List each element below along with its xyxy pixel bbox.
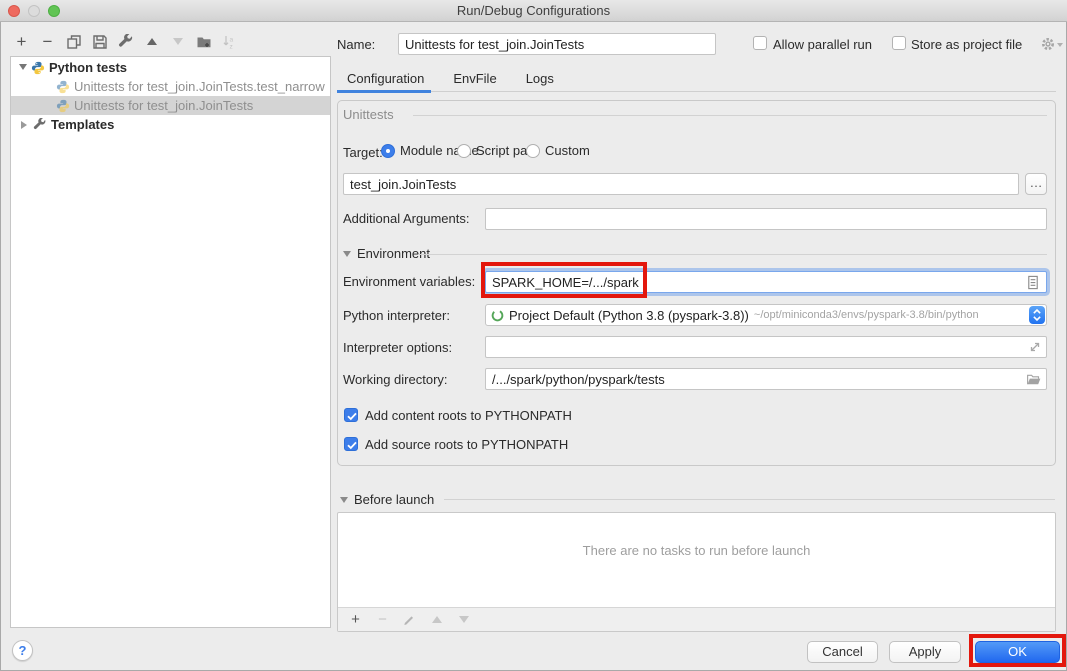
svg-text:a: a — [229, 36, 233, 43]
working-directory-label: Working directory: — [343, 372, 448, 387]
python-icon — [56, 80, 70, 94]
remove-icon: − — [374, 611, 391, 628]
tree-item-templates[interactable]: Templates — [11, 115, 330, 134]
name-input[interactable] — [398, 33, 716, 55]
add-content-roots-label: Add content roots to PYTHONPATH — [365, 408, 572, 423]
move-down-icon — [169, 33, 186, 50]
add-source-roots-label: Add source roots to PYTHONPATH — [365, 437, 568, 452]
python-interpreter-select[interactable]: Project Default (Python 3.8 (pyspark-3.8… — [485, 304, 1047, 326]
chevron-down-icon[interactable] — [19, 64, 27, 74]
interpreter-name: Project Default (Python 3.8 (pyspark-3.8… — [509, 308, 749, 323]
add-source-roots-checkbox[interactable] — [344, 437, 358, 451]
tree-item-label: Python tests — [49, 60, 127, 75]
before-launch-toolbar: + − — [338, 607, 1055, 631]
before-launch-header[interactable]: Before launch — [340, 492, 1056, 507]
sort-alphabetically-icon: az — [221, 33, 238, 50]
expand-field-icon[interactable] — [1028, 340, 1042, 357]
store-as-project-file-label: Store as project file — [911, 37, 1022, 52]
svg-text:z: z — [229, 43, 232, 50]
move-down-icon — [455, 611, 472, 628]
active-tab-underline — [337, 90, 431, 93]
environment-variables-input[interactable] — [485, 271, 1047, 293]
radio-label: Custom — [545, 143, 590, 158]
run-debug-configurations-dialog: Run/Debug Configurations + − az Pytho — [0, 0, 1067, 671]
new-folder-icon[interactable] — [195, 33, 212, 50]
radio-button-icon[interactable] — [457, 144, 471, 158]
combo-stepper-icon[interactable] — [1029, 306, 1045, 324]
tab-configuration[interactable]: Configuration — [347, 71, 424, 86]
apply-button[interactable]: Apply — [889, 641, 961, 663]
python-icon — [56, 99, 70, 113]
add-content-roots-checkbox[interactable] — [344, 408, 358, 422]
before-launch-tasks-panel: There are no tasks to run before launch … — [337, 512, 1056, 632]
allow-parallel-run-label: Allow parallel run — [773, 37, 872, 52]
name-label: Name: — [337, 37, 375, 52]
allow-parallel-run-checkbox[interactable] — [753, 36, 767, 50]
save-icon[interactable] — [91, 33, 108, 50]
tree-item-python-tests[interactable]: Python tests — [11, 58, 330, 77]
store-as-project-file-checkbox[interactable] — [892, 36, 906, 50]
radio-custom[interactable]: Custom — [526, 143, 590, 158]
interpreter-env-icon — [490, 308, 505, 323]
window-title: Run/Debug Configurations — [0, 3, 1067, 18]
tree-item-label: Unittests for test_join.JoinTests.test_n… — [74, 79, 325, 94]
move-up-icon[interactable] — [143, 33, 160, 50]
target-label: Target: — [343, 145, 383, 160]
cancel-button[interactable]: Cancel — [807, 641, 878, 663]
remove-icon[interactable]: − — [39, 33, 56, 50]
configurations-tree: Python tests Unittests for test_join.Joi… — [10, 56, 331, 628]
radio-button-icon[interactable] — [526, 144, 540, 158]
before-launch-title: Before launch — [354, 492, 434, 507]
python-interpreter-label: Python interpreter: — [343, 308, 450, 323]
wrench-icon — [33, 118, 47, 132]
unittests-group: Unittests Target: Module name Script pat… — [337, 100, 1056, 466]
tree-item-unittests-jointests-selected[interactable]: Unittests for test_join.JoinTests — [11, 96, 330, 115]
browse-button[interactable]: … — [1025, 173, 1047, 195]
interpreter-options-label: Interpreter options: — [343, 340, 452, 355]
add-icon[interactable]: + — [347, 611, 364, 628]
help-button[interactable]: ? — [12, 640, 33, 661]
move-up-icon — [428, 611, 445, 628]
chevron-right-icon[interactable] — [21, 121, 31, 129]
env-vars-editor-icon[interactable] — [1026, 275, 1040, 293]
python-icon — [31, 61, 45, 75]
add-icon[interactable]: + — [13, 33, 30, 50]
environment-section-header[interactable]: Environment — [343, 246, 430, 261]
configurations-toolbar: + − az — [13, 33, 238, 50]
tab-logs[interactable]: Logs — [526, 71, 554, 86]
tree-item-label: Unittests for test_join.JoinTests — [74, 98, 253, 113]
edit-templates-wrench-icon[interactable] — [117, 33, 134, 50]
titlebar: Run/Debug Configurations — [0, 0, 1067, 22]
store-options-gear-icon[interactable] — [1040, 36, 1063, 52]
tree-item-label: Templates — [51, 117, 114, 132]
edit-pencil-icon — [401, 611, 418, 628]
tree-item-unittests-test-narrow[interactable]: Unittests for test_join.JoinTests.test_n… — [11, 77, 330, 96]
collapse-triangle-icon[interactable] — [343, 251, 351, 261]
additional-arguments-input[interactable] — [485, 208, 1047, 230]
tab-envfile[interactable]: EnvFile — [453, 71, 496, 86]
interpreter-path: ~/opt/miniconda3/envs/pyspark-3.8/bin/py… — [754, 309, 979, 321]
collapse-triangle-icon[interactable] — [340, 497, 348, 507]
group-title: Unittests — [343, 107, 394, 122]
tab-bar: Configuration EnvFile Logs — [337, 66, 1056, 92]
copy-icon[interactable] — [65, 33, 82, 50]
environment-variables-label: Environment variables: — [343, 274, 475, 289]
radio-button-icon[interactable] — [381, 144, 395, 158]
additional-arguments-label: Additional Arguments: — [343, 211, 469, 226]
target-input[interactable] — [343, 173, 1019, 195]
folder-icon[interactable] — [1026, 372, 1042, 390]
interpreter-options-input[interactable] — [485, 336, 1047, 358]
working-directory-input[interactable] — [485, 368, 1047, 390]
ok-button[interactable]: OK — [975, 641, 1060, 663]
before-launch-empty-text: There are no tasks to run before launch — [338, 543, 1055, 558]
